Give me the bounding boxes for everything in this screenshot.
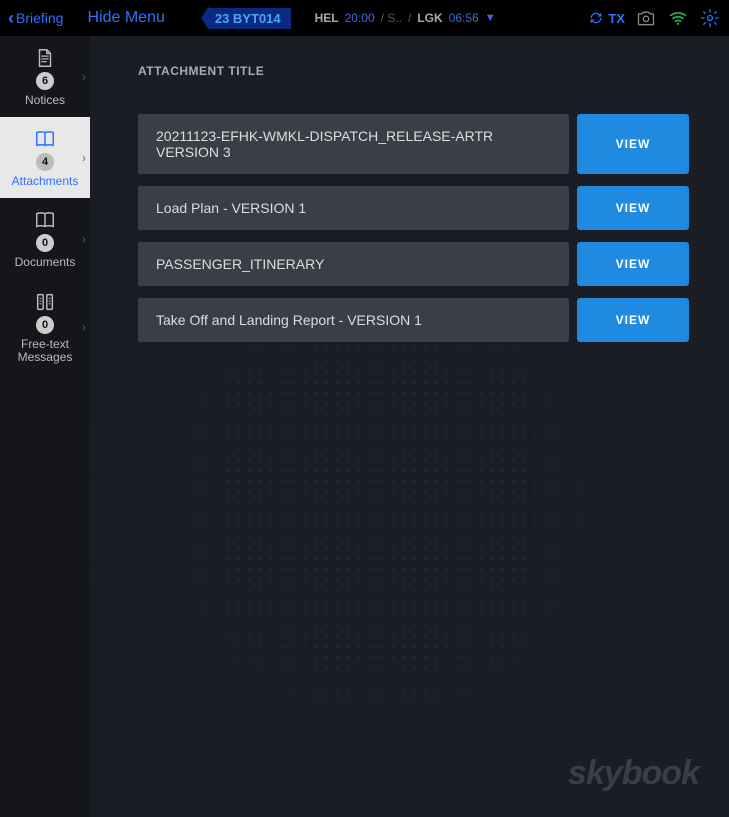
flight-selector[interactable]: 23 BYT014 [201, 6, 291, 30]
wifi-indicator[interactable] [667, 7, 689, 29]
attachment-title: Load Plan - VERSION 1 [138, 186, 569, 230]
sidebar-item-label: Attachments [10, 175, 81, 188]
chevron-left-icon: ‹ [8, 9, 14, 27]
settings-button[interactable] [699, 7, 721, 29]
attachment-row: 20211123-EFHK-WMKL-DISPATCH_RELEASE-ARTR… [138, 114, 689, 174]
flight-pill-tip [201, 6, 209, 30]
view-button[interactable]: VIEW [577, 298, 689, 342]
attachment-row: Load Plan - VERSION 1 VIEW [138, 186, 689, 230]
main-panel: ATTACHMENT TITLE 20211123-EFHK-WMKL-DISP… [90, 36, 729, 817]
back-label: Briefing [16, 10, 63, 26]
tx-label: TX [608, 11, 625, 26]
sidebar: 6 Notices › 4 Attachments › 0 Documents … [0, 36, 90, 817]
leg1-code: HEL [315, 11, 339, 25]
sidebar-item-documents[interactable]: 0 Documents › [0, 198, 90, 279]
chevron-right-icon: › [82, 151, 86, 165]
sidebar-item-label: Free-text Messages [0, 338, 90, 364]
sidebar-item-messages[interactable]: 0 Free-text Messages › [0, 280, 90, 374]
sidebar-item-notices[interactable]: 6 Notices › [0, 36, 90, 117]
chevron-right-icon: › [82, 320, 86, 334]
flight-legs: HEL 20:00 / S.. / LGK 06:56 ▼ [315, 11, 496, 25]
sidebar-item-label: Notices [23, 94, 67, 107]
brand-watermark: skybook [568, 754, 699, 793]
book-open-icon [31, 208, 59, 232]
leg-dropdown-icon[interactable]: ▼ [485, 12, 496, 24]
book-open-icon [31, 127, 59, 151]
chevron-right-icon: › [82, 70, 86, 84]
sidebar-item-attachments[interactable]: 4 Attachments › [0, 117, 90, 198]
tx-button[interactable]: TX [588, 10, 625, 26]
sidebar-badge: 0 [36, 234, 54, 252]
messages-icon [31, 290, 59, 314]
attachment-row: PASSENGER_ITINERARY VIEW [138, 242, 689, 286]
leg-sep-2: / [408, 11, 411, 25]
sidebar-badge: 4 [36, 153, 54, 171]
leg2-time: 06:56 [449, 11, 479, 25]
view-button[interactable]: VIEW [577, 114, 689, 174]
topbar: ‹ Briefing Hide Menu 23 BYT014 HEL 20:00… [0, 0, 729, 36]
sidebar-badge: 6 [36, 72, 54, 90]
flight-id: 23 BYT014 [209, 8, 291, 29]
gear-icon [700, 8, 720, 28]
chevron-right-icon: › [82, 232, 86, 246]
wifi-icon [668, 8, 688, 28]
sidebar-item-label: Documents [13, 256, 78, 269]
attachment-row: Take Off and Landing Report - VERSION 1 … [138, 298, 689, 342]
camera-button[interactable] [635, 7, 657, 29]
attachment-title: 20211123-EFHK-WMKL-DISPATCH_RELEASE-ARTR… [138, 114, 569, 174]
attachment-title: PASSENGER_ITINERARY [138, 242, 569, 286]
leg-sep-1: / S.. [381, 11, 402, 25]
view-button[interactable]: VIEW [577, 242, 689, 286]
attachment-title: Take Off and Landing Report - VERSION 1 [138, 298, 569, 342]
section-title: ATTACHMENT TITLE [138, 64, 689, 78]
document-icon [31, 46, 59, 70]
camera-icon [636, 8, 656, 28]
sync-icon [588, 10, 604, 26]
view-button[interactable]: VIEW [577, 186, 689, 230]
leg2-code: LGK [417, 11, 442, 25]
back-button[interactable]: ‹ Briefing [8, 9, 63, 27]
leg1-time: 20:00 [345, 11, 375, 25]
hide-menu-button[interactable]: Hide Menu [87, 9, 164, 27]
sidebar-badge: 0 [36, 316, 54, 334]
